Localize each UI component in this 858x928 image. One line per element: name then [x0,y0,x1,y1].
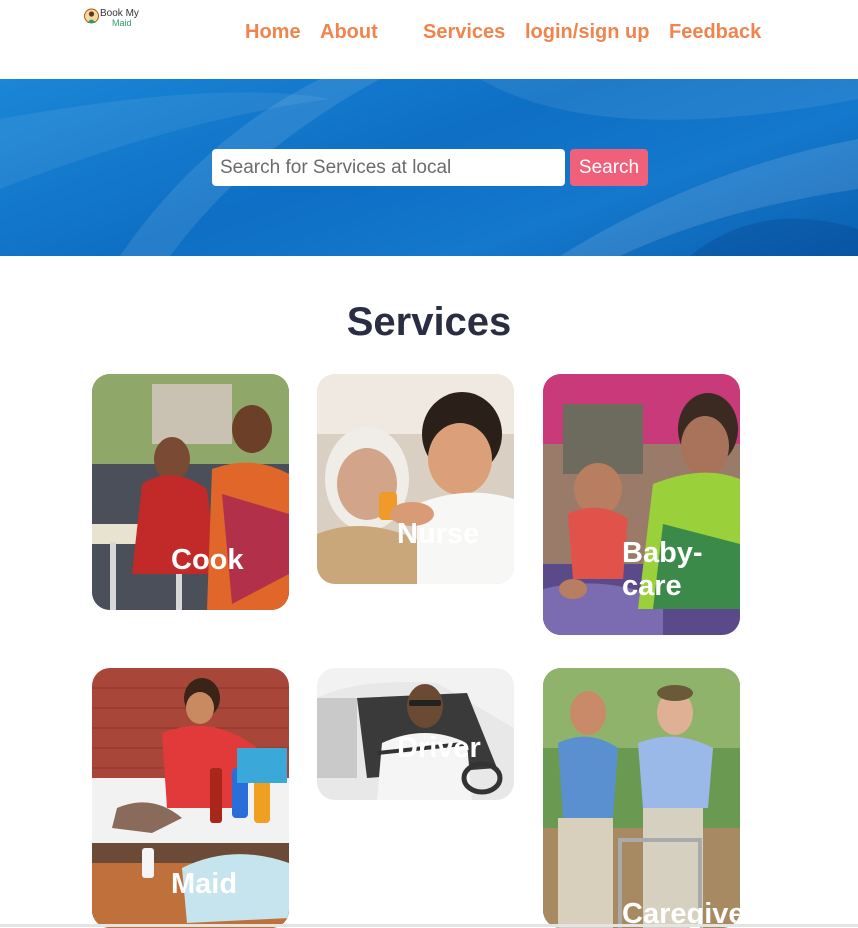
nav-feedback[interactable]: Feedback [669,21,761,43]
card-label-nurse: Nurse [397,518,480,550]
service-card-baby-care[interactable]: Baby- care [543,374,740,635]
services-heading: Services [346,300,512,344]
search-button[interactable]: Search [570,149,648,186]
service-card-nurse[interactable]: Nurse [317,374,514,584]
card-label-baby-care: Baby- care [622,537,703,602]
maid-emblem-icon [84,8,99,24]
nav-about[interactable]: About [320,21,378,43]
nav-home[interactable]: Home [245,21,301,43]
service-card-cook[interactable]: Cook [92,374,289,610]
service-card-caregiver[interactable]: Caregiver [543,668,740,928]
brand-logo[interactable]: Book My Maid [84,8,146,30]
service-card-maid[interactable]: Maid [92,668,289,928]
nav-login-signup[interactable]: login/sign up [525,21,649,43]
search-input[interactable] [212,149,565,186]
navbar: Book My Maid Home About Services login/s… [0,0,858,79]
nurse-photo [317,374,514,584]
card-label-cook: Cook [171,544,244,576]
card-label-driver: Driver [397,732,481,764]
caregiver-photo [543,668,740,928]
brand-line2: Maid [112,18,132,28]
card-label-maid: Maid [171,868,238,900]
service-card-driver[interactable]: Driver [317,668,514,800]
nav-services[interactable]: Services [423,21,505,43]
hero-banner: Search [0,79,858,256]
